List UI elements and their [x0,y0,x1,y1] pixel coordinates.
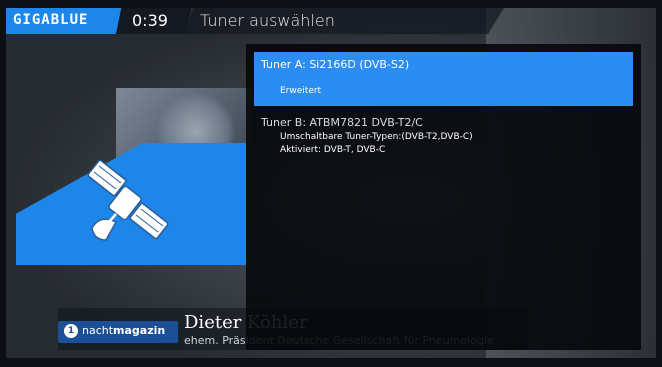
page-title: Tuner auswählen [200,11,335,30]
tv-screen: GIGABLUE 0:39 Tuner auswählen 1 nachtmag… [6,8,656,358]
tuner-item-b[interactable]: Tuner B: ATBM7821 DVB-T2/C Umschaltbare … [254,110,633,180]
tuner-dialog: Tuner A: Si2166D (DVB-S2) Erweitert Tune… [246,44,641,350]
tuner-title: Tuner B: ATBM7821 DVB-T2/C [261,116,423,129]
tuner-item-a[interactable]: Tuner A: Si2166D (DVB-S2) Erweitert [254,52,633,106]
tuner-detail: Erweitert [280,86,322,96]
ard-logo-icon: 1 [64,324,78,338]
header-bar: GIGABLUE 0:39 Tuner auswählen [6,8,656,34]
tuner-detail-types: Umschaltbare Tuner-Typen:(DVB-T2,DVB-C) [280,132,473,142]
clock: 0:39 [132,11,168,30]
tuner-title: Tuner A: Si2166D (DVB-S2) [261,58,410,71]
brand-logo: GIGABLUE [13,12,89,28]
channel-name: nachtmagazin [82,324,166,337]
satellite-icon [87,159,169,241]
tuner-detail-enabled: Aktiviert: DVB-T, DVB-C [280,145,386,155]
